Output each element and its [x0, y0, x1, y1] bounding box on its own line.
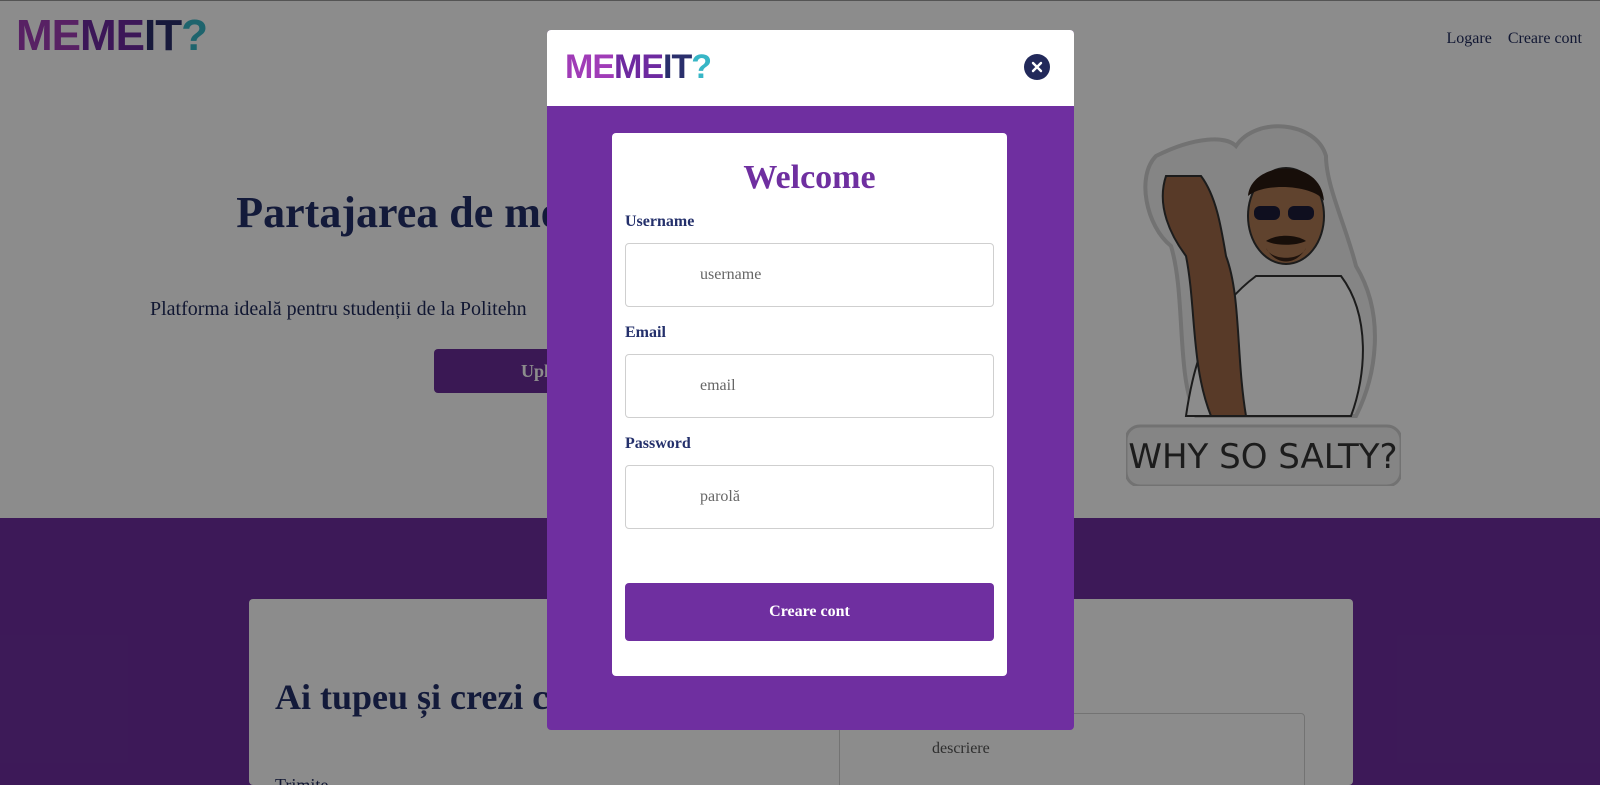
modal-logo: MEMEIT?	[565, 48, 712, 86]
close-icon	[1031, 61, 1043, 73]
close-button[interactable]	[1024, 54, 1050, 80]
password-label: Password	[625, 435, 691, 452]
username-label: Username	[625, 213, 695, 230]
email-label: Email	[625, 324, 666, 341]
modal-header: MEMEIT?	[547, 30, 1074, 106]
register-modal: MEMEIT? Welcome Username username Email …	[547, 30, 1074, 730]
form-heading: Welcome	[743, 159, 876, 196]
create-account-button[interactable]: Creare cont	[625, 583, 994, 641]
password-input[interactable]: parolă	[625, 465, 994, 529]
password-placeholder: parolă	[700, 488, 740, 505]
username-placeholder: username	[700, 266, 762, 283]
register-form: Welcome Username username Email email Pa…	[612, 133, 1007, 676]
email-input[interactable]: email	[625, 354, 994, 418]
username-input[interactable]: username	[625, 243, 994, 307]
email-placeholder: email	[700, 377, 736, 394]
